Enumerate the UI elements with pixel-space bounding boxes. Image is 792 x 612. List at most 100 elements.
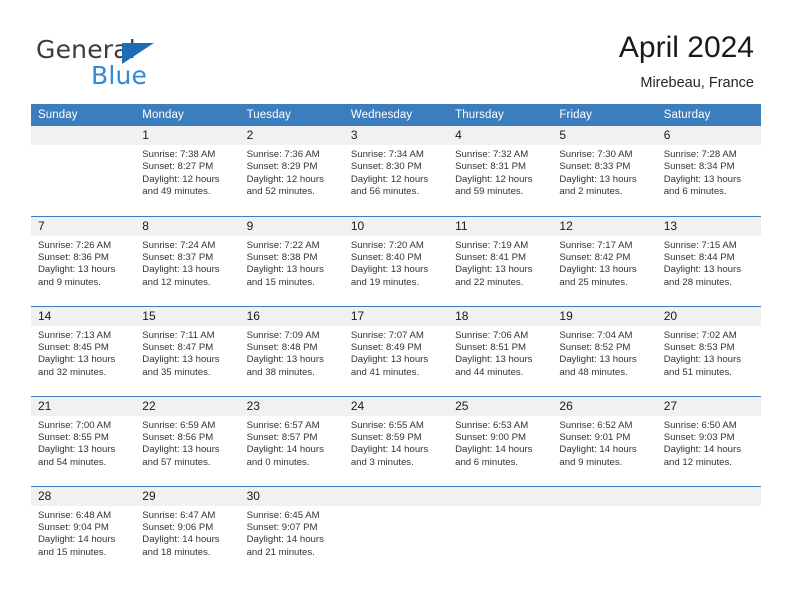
sunrise-time: Sunrise: 7:02 AM	[663, 329, 737, 341]
calendar-day-cell[interactable]: 25 Sunrise: 6:53 AM Sunset: 9:00 PM Dayligh…	[448, 395, 553, 486]
daylight-duration-line-2: and 19 minutes.	[350, 276, 420, 288]
day-cell-inner: 22 Sunrise: 6:59 AM Sunset: 8:56 PM Dayligh…	[135, 396, 240, 486]
day-number: 9	[239, 216, 344, 236]
calendar-day-cell[interactable]: 5 Sunrise: 7:30 AM Sunset: 8:33 PM Daylight…	[552, 126, 657, 216]
day-number: 19	[552, 306, 657, 326]
sunrise-time: Sunrise: 6:59 AM	[142, 419, 216, 431]
day-cell-inner	[31, 126, 136, 216]
day-cell-inner: 1 Sunrise: 7:38 AM Sunset: 8:27 PM Daylight…	[135, 126, 240, 216]
sunrise-time: Sunrise: 7:19 AM	[455, 239, 529, 251]
calendar-day-cell[interactable]: 2 Sunrise: 7:36 AM Sunset: 8:29 PM Daylight…	[239, 126, 344, 216]
calendar-day-cell[interactable]: 29 Sunrise: 6:47 AM Sunset: 9:06 PM Dayligh…	[135, 485, 240, 576]
sunrise-time: Sunrise: 7:06 AM	[455, 329, 529, 341]
calendar-day-cell[interactable]: 24 Sunrise: 6:55 AM Sunset: 8:59 PM Dayligh…	[343, 395, 449, 486]
calendar-day-cell[interactable]: 1 Sunrise: 7:38 AM Sunset: 8:27 PM Daylight…	[135, 126, 240, 216]
calendar-day-cell[interactable]: 9 Sunrise: 7:22 AM Sunset: 8:38 PM Daylight…	[239, 215, 344, 306]
sunrise-time: Sunrise: 7:15 AM	[663, 239, 737, 251]
sunset-time: Sunset: 9:07 PM	[246, 521, 318, 533]
day-details: Sunrise: 6:48 AM Sunset: 9:04 PM Daylight:…	[31, 506, 135, 560]
sunrise-time: Sunrise: 7:17 AM	[559, 239, 633, 251]
daylight-duration-line-2: and 9 minutes.	[38, 276, 101, 288]
calendar-day-cell[interactable]: 26 Sunrise: 6:52 AM Sunset: 9:01 PM Dayligh…	[552, 395, 657, 486]
calendar-day-cell[interactable]: 30 Sunrise: 6:45 AM Sunset: 9:07 PM Dayligh…	[239, 485, 344, 576]
sunset-time: Sunset: 8:48 PM	[246, 341, 318, 353]
calendar-day-cell[interactable]: 17 Sunrise: 7:07 AM Sunset: 8:49 PM Dayligh…	[343, 305, 449, 396]
calendar-day-cell[interactable]: 22 Sunrise: 6:59 AM Sunset: 8:56 PM Dayligh…	[135, 395, 240, 486]
day-cell-inner: 11 Sunrise: 7:19 AM Sunset: 8:41 PM Dayligh…	[448, 216, 553, 306]
daylight-duration-line-1: Daylight: 13 hours	[38, 264, 116, 276]
sunrise-time: Sunrise: 7:22 AM	[246, 239, 320, 251]
day-cell-inner: 8 Sunrise: 7:24 AM Sunset: 8:37 PM Daylight…	[135, 216, 240, 306]
general-blue-logo: General Blue	[36, 36, 256, 92]
day-details: Sunrise: 7:34 AM Sunset: 8:30 PM Daylight:…	[344, 145, 448, 199]
calendar-day-cell[interactable]: 7 Sunrise: 7:26 AM Sunset: 8:36 PM Daylight…	[31, 215, 136, 306]
daylight-duration-line-2: and 51 minutes.	[663, 366, 732, 378]
daylight-duration-line-1: Daylight: 14 hours	[663, 444, 742, 456]
daylight-duration-line-1: Daylight: 14 hours	[455, 444, 533, 456]
day-number	[552, 486, 657, 506]
day-cell-inner: 18 Sunrise: 7:06 AM Sunset: 8:51 PM Dayligh…	[448, 306, 553, 396]
sunset-time: Sunset: 8:40 PM	[350, 251, 422, 263]
day-number: 21	[31, 396, 136, 416]
calendar-day-cell[interactable]: 10 Sunrise: 7:20 AM Sunset: 8:40 PM Dayligh…	[343, 215, 449, 306]
daylight-duration-line-2: and 12 minutes.	[142, 276, 211, 288]
daylight-duration-line-1: Daylight: 13 hours	[38, 354, 116, 366]
calendar-day-cell[interactable]: 13 Sunrise: 7:15 AM Sunset: 8:44 PM Dayligh…	[656, 215, 761, 306]
calendar-day-cell[interactable]: 6 Sunrise: 7:28 AM Sunset: 8:34 PM Daylight…	[656, 126, 761, 216]
calendar-day-cell[interactable]: 21 Sunrise: 7:00 AM Sunset: 8:55 PM Dayligh…	[31, 395, 136, 486]
calendar-day-cell[interactable]: 15 Sunrise: 7:11 AM Sunset: 8:47 PM Dayligh…	[135, 305, 240, 396]
sunset-time: Sunset: 8:33 PM	[559, 161, 631, 173]
daylight-duration-line-1: Daylight: 13 hours	[142, 444, 220, 456]
daylight-duration-line-2: and 41 minutes.	[350, 366, 420, 378]
calendar-day-cell[interactable]: 27 Sunrise: 6:50 AM Sunset: 9:03 PM Dayligh…	[656, 395, 761, 486]
day-cell-inner: 6 Sunrise: 7:28 AM Sunset: 8:34 PM Daylight…	[656, 126, 761, 216]
daylight-duration-line-2: and 6 minutes.	[455, 456, 519, 468]
daylight-duration-line-1: Daylight: 14 hours	[559, 444, 637, 456]
sunset-time: Sunset: 8:49 PM	[350, 341, 422, 353]
calendar-day-cell[interactable]: 14 Sunrise: 7:13 AM Sunset: 8:45 PM Dayligh…	[31, 305, 136, 396]
calendar-day-cell[interactable]: 28 Sunrise: 6:48 AM Sunset: 9:04 PM Dayligh…	[31, 485, 136, 576]
day-number: 6	[656, 126, 761, 145]
sunrise-time: Sunrise: 7:09 AM	[246, 329, 320, 341]
day-details: Sunrise: 7:07 AM Sunset: 8:49 PM Daylight:…	[344, 326, 448, 380]
daylight-duration-line-1: Daylight: 14 hours	[142, 534, 220, 546]
day-details: Sunrise: 6:55 AM Sunset: 8:59 PM Daylight:…	[344, 416, 448, 470]
sunrise-time: Sunrise: 7:20 AM	[350, 239, 424, 251]
day-number: 17	[343, 306, 449, 326]
sunrise-time: Sunrise: 7:36 AM	[246, 149, 320, 160]
calendar-header-row: Sunday Monday Tuesday Wednesday Thursday Frid…	[31, 104, 761, 126]
title-block: April 2024 Mirebeau, France	[619, 30, 754, 93]
calendar-day-cell[interactable]: 19 Sunrise: 7:04 AM Sunset: 8:52 PM Dayligh…	[552, 305, 657, 396]
calendar-day-cell[interactable]: 23 Sunrise: 6:57 AM Sunset: 8:57 PM Dayligh…	[239, 395, 344, 486]
daylight-duration-line-1: Daylight: 14 hours	[246, 534, 324, 546]
calendar-day-cell[interactable]: 18 Sunrise: 7:06 AM Sunset: 8:51 PM Dayligh…	[448, 305, 553, 396]
calendar-day-cell[interactable]: 3 Sunrise: 7:34 AM Sunset: 8:30 PM Daylight…	[343, 126, 449, 216]
calendar-day-cell[interactable]: 20 Sunrise: 7:02 AM Sunset: 8:53 PM Dayligh…	[656, 305, 761, 396]
day-details: Sunrise: 7:20 AM Sunset: 8:40 PM Daylight:…	[344, 236, 448, 290]
sunrise-time: Sunrise: 7:24 AM	[142, 239, 216, 251]
calendar-day-cell[interactable]: 8 Sunrise: 7:24 AM Sunset: 8:37 PM Daylight…	[135, 215, 240, 306]
daylight-duration-line-2: and 28 minutes.	[663, 276, 732, 288]
sunset-time: Sunset: 8:59 PM	[350, 431, 422, 443]
day-details: Sunrise: 7:36 AM Sunset: 8:29 PM Daylight:…	[240, 145, 344, 199]
day-cell-inner: 21 Sunrise: 7:00 AM Sunset: 8:55 PM Dayligh…	[31, 396, 136, 486]
calendar-day-cell[interactable]: 4 Sunrise: 7:32 AM Sunset: 8:31 PM Daylight…	[448, 126, 553, 216]
sunrise-time: Sunrise: 6:45 AM	[246, 509, 320, 521]
sunset-time: Sunset: 8:30 PM	[350, 161, 422, 173]
sunset-time: Sunset: 8:53 PM	[663, 341, 735, 353]
day-details: Sunrise: 7:30 AM Sunset: 8:33 PM Daylight:…	[552, 145, 656, 199]
sunrise-time: Sunrise: 7:34 AM	[350, 149, 424, 160]
sunset-time: Sunset: 8:41 PM	[455, 251, 527, 263]
day-number: 3	[343, 126, 449, 145]
day-cell-inner: 7 Sunrise: 7:26 AM Sunset: 8:36 PM Daylight…	[31, 216, 136, 306]
sunrise-time: Sunrise: 6:52 AM	[559, 419, 633, 431]
daylight-duration-line-1: Daylight: 13 hours	[663, 354, 742, 366]
calendar-day-cell[interactable]: 12 Sunrise: 7:17 AM Sunset: 8:42 PM Dayligh…	[552, 215, 657, 306]
day-cell-inner: 4 Sunrise: 7:32 AM Sunset: 8:31 PM Daylight…	[448, 126, 553, 216]
sunset-time: Sunset: 8:52 PM	[559, 341, 631, 353]
day-cell-inner: 5 Sunrise: 7:30 AM Sunset: 8:33 PM Daylight…	[552, 126, 657, 216]
day-details: Sunrise: 7:19 AM Sunset: 8:41 PM Daylight:…	[448, 236, 552, 290]
calendar-day-cell[interactable]: 11 Sunrise: 7:19 AM Sunset: 8:41 PM Dayligh…	[448, 215, 553, 306]
calendar-day-cell[interactable]: 16 Sunrise: 7:09 AM Sunset: 8:48 PM Dayligh…	[239, 305, 344, 396]
daylight-duration-line-1: Daylight: 13 hours	[559, 354, 637, 366]
